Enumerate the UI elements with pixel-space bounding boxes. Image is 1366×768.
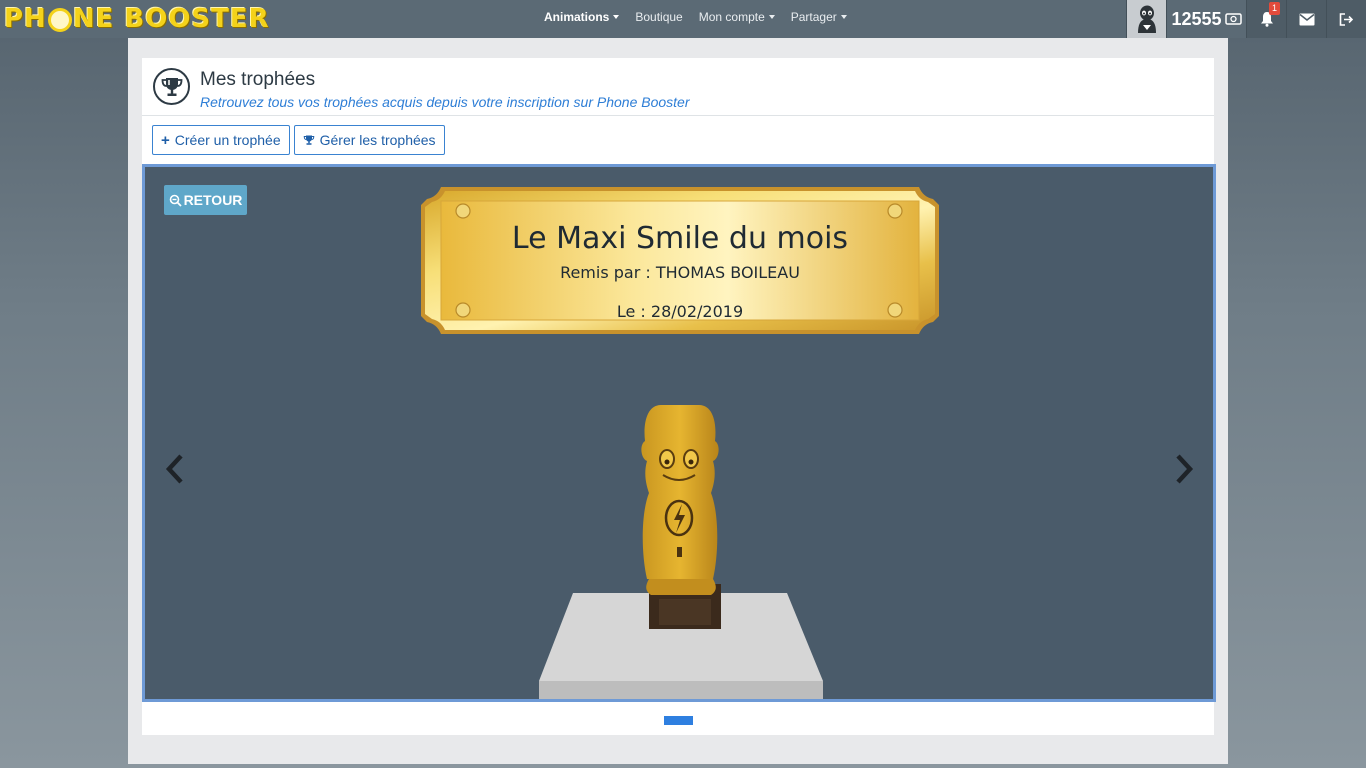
menu-boutique-label: Boutique <box>635 10 683 24</box>
page-title: Mes trophées <box>200 69 316 90</box>
points-value: 12555 <box>1171 8 1222 29</box>
back-button[interactable]: RETOUR <box>164 185 247 215</box>
menu-partager-label: Partager <box>790 10 837 24</box>
main-content: Mes trophées Retrouvez tous vos trophées… <box>128 38 1228 764</box>
trophy-icon <box>153 68 190 105</box>
trophy-viewer[interactable]: RETOUR Le Maxi Smile du mois Remis par:… <box>142 164 1216 702</box>
menu-mon-compte-label: Mon compte <box>698 10 765 24</box>
logout-button[interactable] <box>1326 0 1366 38</box>
caret-down-icon <box>840 15 847 19</box>
menu-mon-compte[interactable]: Mon compte <box>691 10 783 24</box>
main-menu: Animations Boutique Mon compte Partager <box>536 0 855 34</box>
page-subtitle: Retrouvez tous vos trophées acquis depui… <box>200 94 690 110</box>
create-trophy-button[interactable]: + Créer un trophée <box>152 125 290 155</box>
chevron-right-icon <box>1176 454 1194 484</box>
menu-animations-label: Animations <box>544 10 610 24</box>
trophy-awarded-by: Remis par : THOMAS BOILEAU <box>560 263 800 282</box>
user-toolbar: 12555 1 <box>1126 0 1366 38</box>
money-icon <box>1224 13 1242 25</box>
next-arrow[interactable] <box>1169 449 1199 489</box>
avatar-icon <box>1137 5 1156 33</box>
trophy-small-icon <box>303 135 314 145</box>
caret-down-icon <box>613 15 620 19</box>
trophy-title: Le Maxi Smile du mois <box>511 221 849 256</box>
caret-down-icon <box>768 15 775 19</box>
manage-trophies-button[interactable]: Gérer les trophées <box>293 125 445 155</box>
logo-text-start: PH <box>4 4 47 34</box>
points-balance[interactable]: 12555 <box>1166 0 1246 38</box>
create-trophy-label: Créer un trophée <box>174 132 281 148</box>
trophy-plaque: Le Maxi Smile du mois Remis par : THOMAS… <box>419 185 941 336</box>
messages-button[interactable] <box>1286 0 1326 38</box>
menu-boutique[interactable]: Boutique <box>627 10 690 24</box>
sign-out-icon <box>1339 12 1354 26</box>
menu-partager[interactable]: Partager <box>783 10 855 24</box>
trophy-figurine-image <box>539 405 823 699</box>
chevron-left-icon <box>165 454 183 484</box>
notification-badge: 1 <box>1268 2 1280 15</box>
menu-animations[interactable]: Animations <box>536 10 627 24</box>
manage-trophies-label: Gérer les trophées <box>319 132 436 148</box>
action-buttons: + Créer un trophée Gérer les trophées <box>152 125 445 155</box>
trophies-card: Mes trophées Retrouvez tous vos trophées… <box>142 58 1216 735</box>
trophy-3d-model[interactable] <box>539 403 829 699</box>
carousel-indicators <box>142 702 1214 735</box>
plus-icon: + <box>161 131 170 149</box>
carousel-indicator-active[interactable] <box>664 716 693 725</box>
phone-booster-logo[interactable]: PH NE BOOSTER <box>4 2 270 36</box>
logo-o-icon <box>47 8 72 32</box>
notifications-button[interactable]: 1 <box>1246 0 1286 38</box>
envelope-icon <box>1299 13 1314 25</box>
back-label: RETOUR <box>183 192 243 208</box>
user-avatar[interactable] <box>1126 0 1166 38</box>
page-header: Mes trophées Retrouvez tous vos trophées… <box>142 58 1214 116</box>
previous-arrow[interactable] <box>160 449 190 489</box>
trophy-date: Le : 28/02/2019 <box>616 302 744 321</box>
zoom-out-icon <box>169 194 182 207</box>
logo-text-end: NE BOOSTER <box>72 4 270 34</box>
top-navbar: PH NE BOOSTER Animations Boutique Mon co… <box>0 0 1366 38</box>
